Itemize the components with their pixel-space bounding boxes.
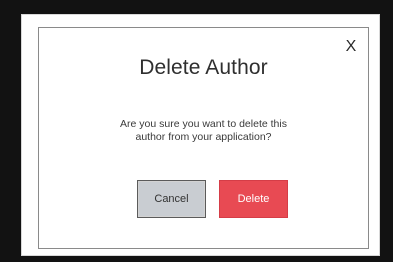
dialog-message-line-2: author from your application? [135, 131, 272, 144]
dialog-message: Are you sure you want to delete this aut… [85, 118, 322, 144]
delete-button[interactable]: Delete [219, 180, 288, 218]
delete-author-dialog: X Delete Author Are you sure you want to… [21, 14, 380, 256]
dialog-message-line-1: Are you sure you want to delete this [120, 118, 287, 130]
dialog-panel: X Delete Author Are you sure you want to… [38, 27, 369, 249]
close-icon[interactable]: X [342, 38, 360, 56]
dialog-title: Delete Author [139, 56, 268, 79]
cancel-button[interactable]: Cancel [137, 180, 206, 218]
